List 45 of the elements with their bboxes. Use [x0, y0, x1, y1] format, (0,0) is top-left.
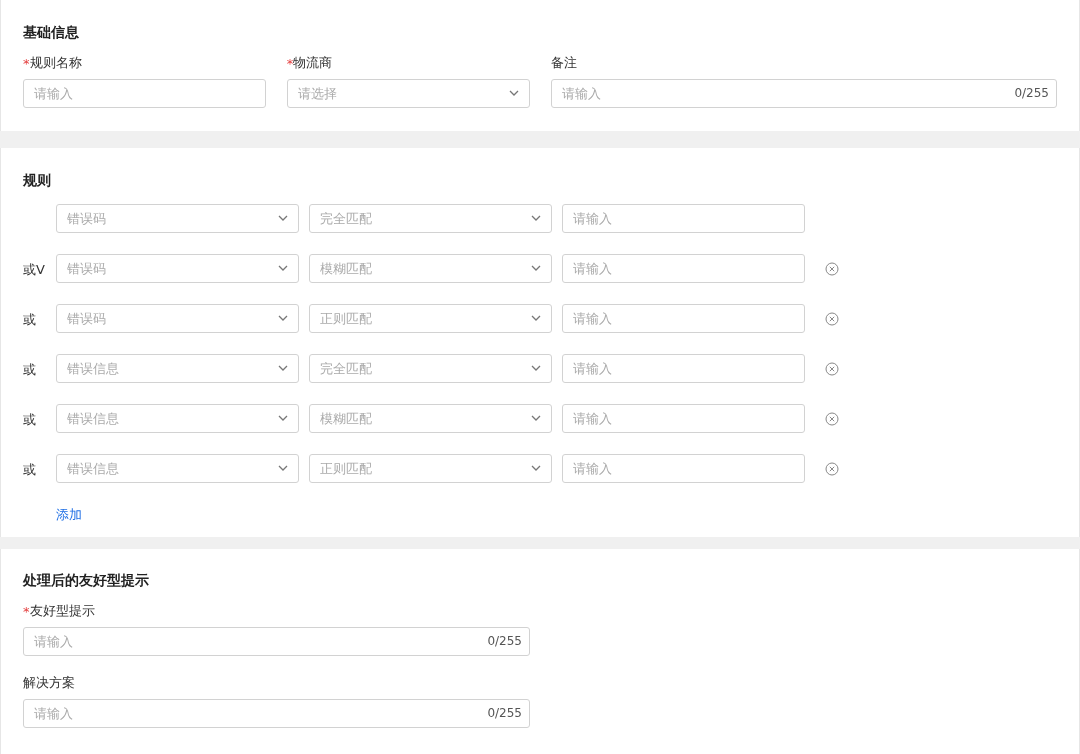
section-title: 处理后的友好型提示 — [23, 571, 150, 590]
character-counter: 0/255 — [1014, 86, 1049, 100]
character-counter: 0/255 — [487, 634, 522, 648]
field-label: 友好型提示 — [29, 602, 95, 620]
or-label: 或V — [23, 261, 45, 277]
required-asterisk: * — [23, 55, 30, 71]
required-asterisk: * — [23, 603, 30, 619]
input-field[interactable]: 请输入 — [562, 204, 805, 233]
required-asterisk: * — [286, 55, 294, 71]
input-field[interactable]: 请输入 — [23, 79, 266, 108]
remove-circle-icon[interactable] — [825, 461, 839, 476]
field-label: 物流商 — [293, 54, 333, 72]
remove-circle-icon[interactable] — [825, 361, 839, 376]
select-field[interactable]: 模糊匹配 — [309, 254, 552, 283]
remove-circle-icon[interactable] — [825, 261, 839, 276]
or-label: 或 — [23, 411, 36, 427]
section-title: 规则 — [23, 171, 52, 190]
add-link[interactable]: 添加 — [56, 506, 82, 524]
or-label: 或 — [23, 311, 36, 327]
select-field[interactable]: 完全匹配 — [309, 354, 552, 383]
section-title: 基础信息 — [23, 23, 80, 42]
select-field[interactable]: 错误信息 — [56, 404, 299, 433]
select-field[interactable]: 错误信息 — [56, 354, 299, 383]
input-field[interactable]: 请输入 — [562, 254, 805, 283]
or-label: 或 — [23, 461, 36, 477]
select-field[interactable]: 错误码 — [56, 204, 299, 233]
select-field[interactable]: 正则匹配 — [309, 304, 552, 333]
input-field[interactable]: 请输入 — [562, 404, 805, 433]
input-field[interactable]: 请输入 — [562, 304, 805, 333]
select-field[interactable]: 错误信息 — [56, 454, 299, 483]
remove-circle-icon[interactable] — [825, 411, 839, 426]
field-label: 备注 — [550, 54, 577, 72]
remove-circle-icon[interactable] — [825, 311, 839, 326]
field-label: 规则名称 — [29, 54, 82, 72]
select-field[interactable]: 模糊匹配 — [309, 404, 552, 433]
select-field[interactable]: 错误码 — [56, 304, 299, 333]
select-field[interactable]: 正则匹配 — [309, 454, 552, 483]
field-label: 解决方案 — [23, 674, 75, 692]
input-field[interactable]: 请输入 — [562, 454, 805, 483]
select-field[interactable]: 请选择 — [286, 79, 530, 108]
or-label: 或 — [23, 361, 36, 377]
select-field[interactable]: 完全匹配 — [309, 204, 552, 233]
input-field[interactable]: 请输入 — [562, 354, 805, 383]
character-counter: 0/255 — [487, 706, 522, 720]
select-field[interactable]: 错误码 — [56, 254, 299, 283]
